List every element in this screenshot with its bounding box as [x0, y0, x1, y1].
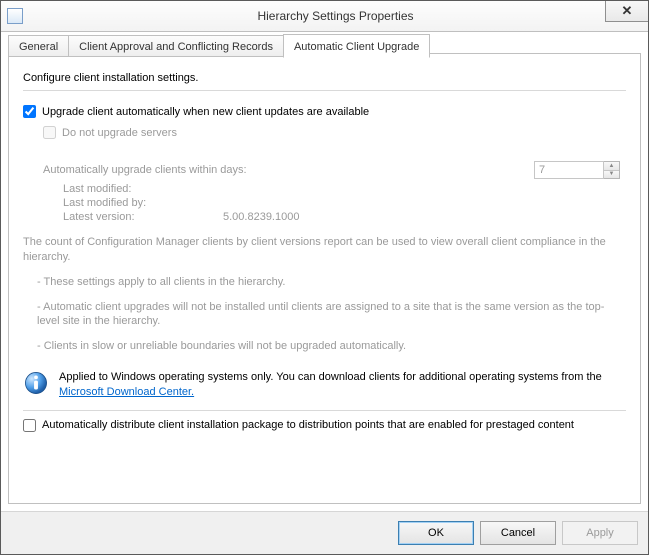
separator-2	[23, 410, 626, 411]
bullet-all-clients: - These settings apply to all clients in…	[37, 275, 626, 290]
last-modified-by-label: Last modified by:	[63, 197, 223, 209]
button-row: OK Cancel Apply	[1, 511, 648, 554]
dont-upgrade-servers-row: Do not upgrade servers	[43, 126, 626, 139]
titlebar: Hierarchy Settings Properties ✕	[1, 1, 648, 32]
bullet-slow-boundaries: - Clients in slow or unreliable boundari…	[37, 339, 626, 354]
last-modified-by-row: Last modified by:	[63, 197, 626, 209]
upgrade-automatically-label: Upgrade client automatically when new cl…	[42, 106, 369, 118]
days-label: Automatically upgrade clients within day…	[43, 164, 247, 176]
days-spin-buttons: ▲ ▼	[604, 161, 620, 179]
info-icon	[23, 370, 49, 396]
document-icon	[7, 8, 23, 24]
cancel-button[interactable]: Cancel	[480, 521, 556, 545]
info-text-pre: Applied to Windows operating systems onl…	[59, 371, 602, 383]
dont-upgrade-servers-label: Do not upgrade servers	[62, 127, 177, 139]
tab-general[interactable]: General	[8, 35, 69, 57]
days-input[interactable]	[534, 161, 604, 179]
apply-button[interactable]: Apply	[562, 521, 638, 545]
latest-version-label: Latest version:	[63, 211, 223, 223]
download-center-link[interactable]: Microsoft Download Center.	[59, 386, 194, 398]
window-title: Hierarchy Settings Properties	[23, 9, 648, 23]
spin-up-icon[interactable]: ▲	[604, 162, 619, 171]
prestaged-label: Automatically distribute client installa…	[42, 419, 574, 431]
tab-panel: General Client Approval and Conflicting …	[8, 53, 641, 504]
info-block: Applied to Windows operating systems onl…	[23, 370, 626, 400]
compliance-note: The count of Configuration Manager clien…	[23, 235, 626, 265]
spin-down-icon[interactable]: ▼	[604, 171, 619, 179]
days-spinner: ▲ ▼	[534, 161, 620, 179]
tabstrip: General Client Approval and Conflicting …	[8, 34, 429, 55]
last-modified-label: Last modified:	[63, 183, 223, 195]
close-button[interactable]: ✕	[605, 1, 648, 22]
dialog-window: Hierarchy Settings Properties ✕ General …	[0, 0, 649, 555]
bullet-site-version: - Automatic client upgrades will not be …	[37, 300, 626, 330]
close-icon: ✕	[622, 3, 633, 19]
last-modified-row: Last modified:	[63, 183, 626, 195]
separator	[23, 90, 626, 91]
latest-version-row: Latest version: 5.00.8239.1000	[63, 211, 626, 223]
latest-version-value: 5.00.8239.1000	[223, 211, 299, 223]
tab-client-approval[interactable]: Client Approval and Conflicting Records	[68, 35, 284, 57]
prestaged-row: Automatically distribute client installa…	[23, 419, 626, 432]
ok-button[interactable]: OK	[398, 521, 474, 545]
upgrade-automatically-checkbox[interactable]	[23, 105, 36, 118]
dialog-body: General Client Approval and Conflicting …	[1, 32, 648, 511]
details-block: Last modified: Last modified by: Latest …	[63, 183, 626, 223]
tab-automatic-client-upgrade[interactable]: Automatic Client Upgrade	[283, 34, 430, 58]
upgrade-automatically-row: Upgrade client automatically when new cl…	[23, 105, 626, 118]
prestaged-checkbox[interactable]	[23, 419, 36, 432]
days-row: Automatically upgrade clients within day…	[43, 161, 626, 179]
dont-upgrade-servers-checkbox[interactable]	[43, 126, 56, 139]
intro-text: Configure client installation settings.	[23, 72, 626, 84]
info-text: Applied to Windows operating systems onl…	[59, 370, 626, 400]
